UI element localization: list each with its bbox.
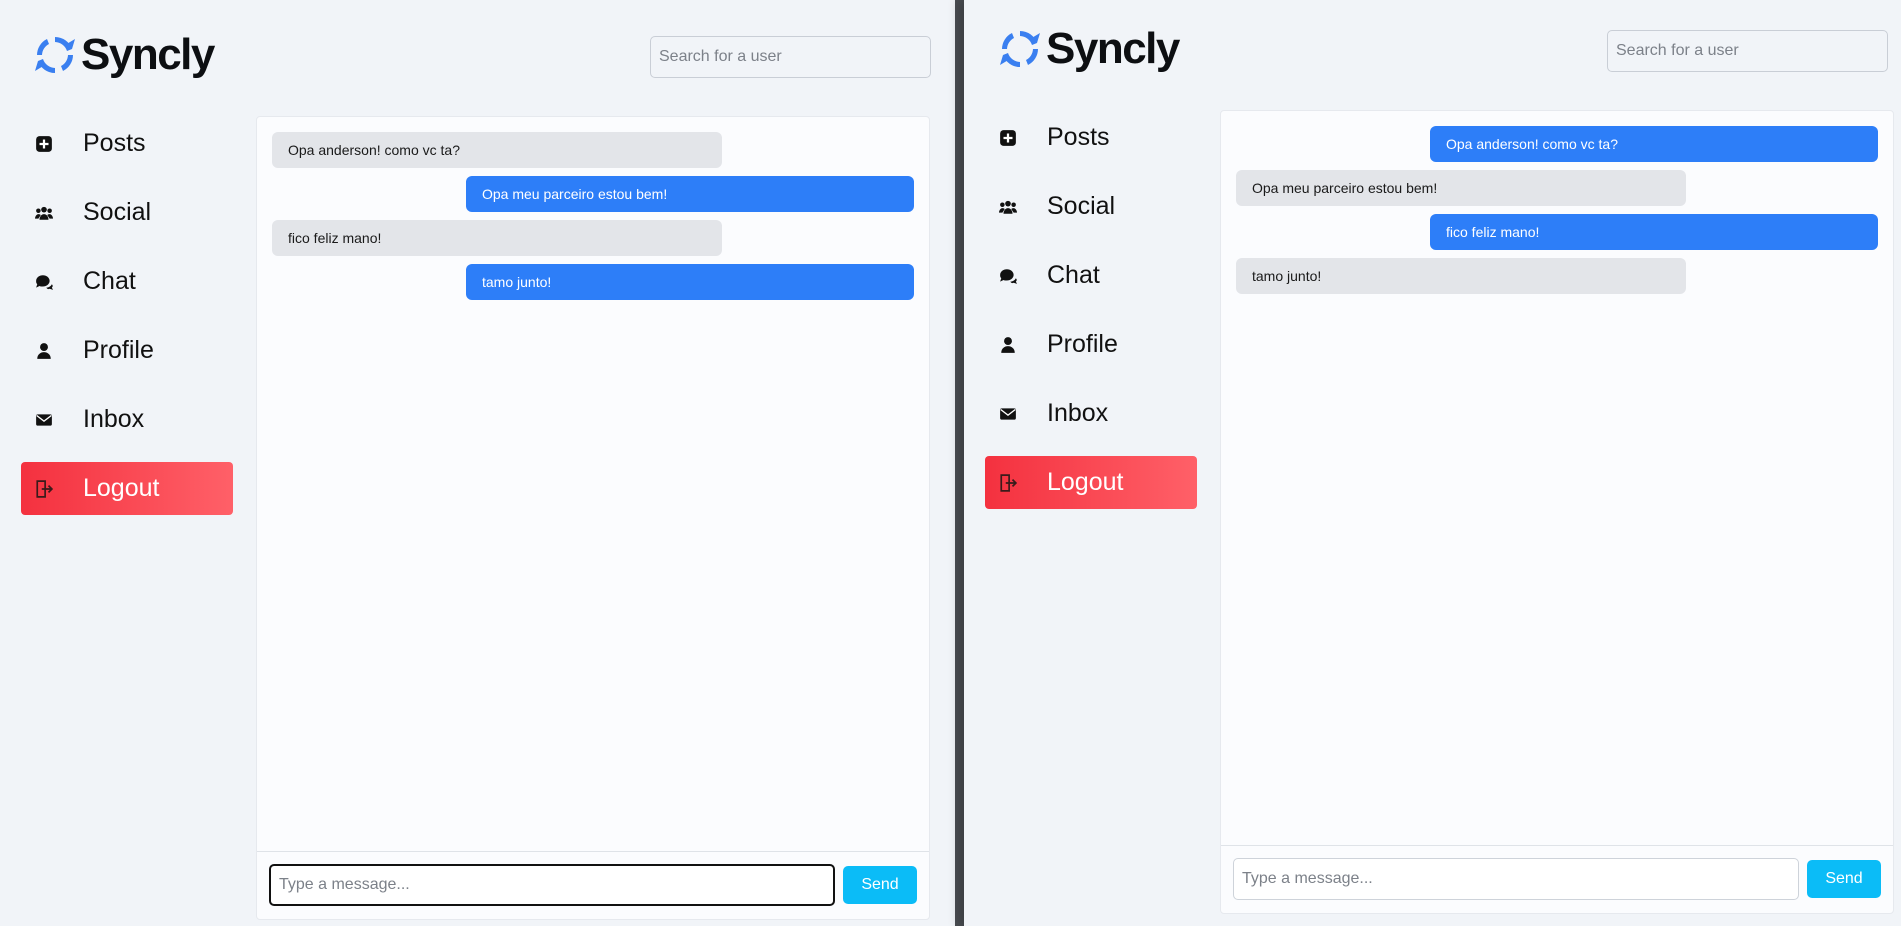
nav-item-posts[interactable]: Posts xyxy=(21,117,233,170)
chat-bubbles-icon xyxy=(33,271,55,293)
sync-icon xyxy=(35,36,75,74)
nav-label: Chat xyxy=(1047,261,1100,289)
left-window: Syncly Posts Social Chat Profile Inbox L… xyxy=(0,0,955,926)
nav-label: Posts xyxy=(83,129,146,157)
nav-item-profile[interactable]: Profile xyxy=(21,324,233,377)
brand-name: Syncly xyxy=(1046,24,1180,73)
send-button[interactable]: Send xyxy=(843,866,917,904)
chat-panel: Opa anderson! como vc ta? Opa meu parcei… xyxy=(256,116,930,920)
message-composer: Send xyxy=(1221,845,1893,913)
brand-logo[interactable]: Syncly xyxy=(998,24,1180,74)
nav-item-inbox[interactable]: Inbox xyxy=(985,387,1197,440)
right-window: Syncly Posts Social Chat Profile Inbox L… xyxy=(964,0,1901,926)
send-button[interactable]: Send xyxy=(1807,860,1881,898)
nav-label: Logout xyxy=(83,474,160,502)
envelope-icon xyxy=(997,403,1019,425)
sidebar-nav: Posts Social Chat Profile Inbox Logout xyxy=(985,111,1197,525)
nav-item-social[interactable]: Social xyxy=(21,186,233,239)
nav-label: Logout xyxy=(1047,468,1124,496)
users-icon xyxy=(33,202,55,224)
sidebar-nav: Posts Social Chat Profile Inbox Logout xyxy=(21,117,233,531)
nav-label: Inbox xyxy=(1047,399,1109,427)
message-input[interactable] xyxy=(1233,858,1799,900)
message-list: Opa anderson! como vc ta? Opa meu parcei… xyxy=(1221,111,1893,845)
incoming-message: fico feliz mano! xyxy=(272,220,722,256)
nav-label: Inbox xyxy=(83,405,145,433)
logout-icon xyxy=(997,472,1019,494)
nav-label: Chat xyxy=(83,267,136,295)
chat-panel: Opa anderson! como vc ta? Opa meu parcei… xyxy=(1220,110,1894,914)
nav-item-logout[interactable]: Logout xyxy=(985,456,1197,509)
outgoing-message: fico feliz mano! xyxy=(1430,214,1878,250)
nav-label: Social xyxy=(1047,192,1116,220)
brand-logo[interactable]: Syncly xyxy=(33,30,215,80)
chat-bubbles-icon xyxy=(997,265,1019,287)
brand-name: Syncly xyxy=(81,30,215,79)
nav-item-profile[interactable]: Profile xyxy=(985,318,1197,371)
nav-item-logout[interactable]: Logout xyxy=(21,462,233,515)
nav-item-chat[interactable]: Chat xyxy=(21,255,233,308)
message-composer: Send xyxy=(257,851,929,919)
user-icon xyxy=(33,340,55,362)
nav-item-social[interactable]: Social xyxy=(985,180,1197,233)
envelope-icon xyxy=(33,409,55,431)
outgoing-message: Opa meu parceiro estou bem! xyxy=(466,176,914,212)
incoming-message: Opa meu parceiro estou bem! xyxy=(1236,170,1686,206)
nav-item-posts[interactable]: Posts xyxy=(985,111,1197,164)
nav-label: Profile xyxy=(83,336,154,364)
incoming-message: Opa anderson! como vc ta? xyxy=(272,132,722,168)
logout-icon xyxy=(33,478,55,500)
user-search-input[interactable] xyxy=(1607,30,1888,72)
nav-label: Social xyxy=(83,198,152,226)
outgoing-message: tamo junto! xyxy=(466,264,914,300)
sync-icon xyxy=(1000,30,1040,68)
nav-item-chat[interactable]: Chat xyxy=(985,249,1197,302)
message-input[interactable] xyxy=(269,864,835,906)
message-list: Opa anderson! como vc ta? Opa meu parcei… xyxy=(257,117,929,851)
nav-label: Posts xyxy=(1047,123,1110,151)
user-search-input[interactable] xyxy=(650,36,931,78)
incoming-message: tamo junto! xyxy=(1236,258,1686,294)
plus-square-icon xyxy=(997,127,1019,149)
users-icon xyxy=(997,196,1019,218)
outgoing-message: Opa anderson! como vc ta? xyxy=(1430,126,1878,162)
plus-square-icon xyxy=(33,133,55,155)
nav-item-inbox[interactable]: Inbox xyxy=(21,393,233,446)
nav-label: Profile xyxy=(1047,330,1118,358)
user-icon xyxy=(997,334,1019,356)
